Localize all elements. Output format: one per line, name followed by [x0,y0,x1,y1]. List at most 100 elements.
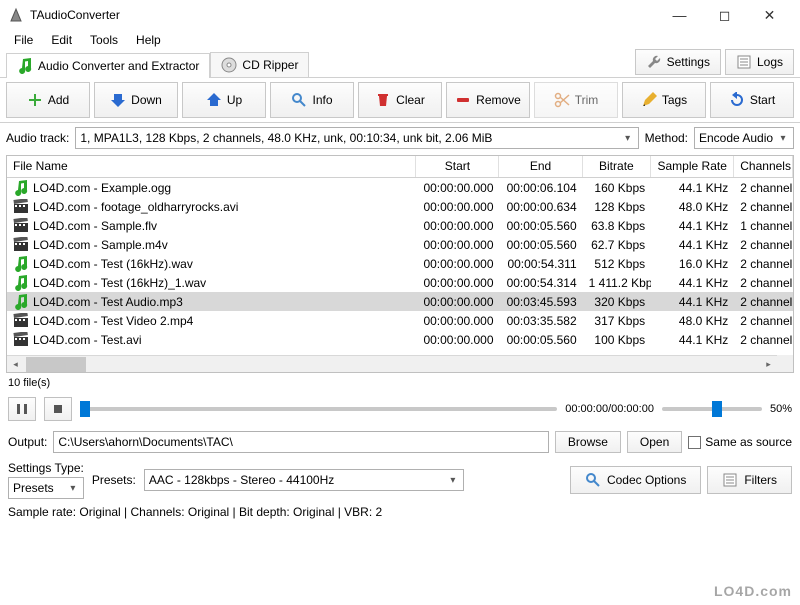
col-start[interactable]: Start [416,156,499,177]
cell-samplerate: 44.1 KHz [651,181,734,195]
col-filename[interactable]: File Name [7,156,416,177]
scroll-thumb[interactable] [26,357,86,372]
cell-channels: 2 channel [734,181,793,195]
note-icon [17,58,33,74]
chevron-down-icon: ▾ [445,472,461,488]
table-row[interactable]: LO4D.com - Sample.flv00:00:00.00000:00:0… [7,216,793,235]
menu-edit[interactable]: Edit [43,31,80,49]
minimize-button[interactable]: ― [657,1,702,29]
table-row[interactable]: LO4D.com - footage_oldharryrocks.avi00:0… [7,197,793,216]
output-path-input[interactable] [53,431,549,453]
time-display: 00:00:00/00:00:00 [565,403,654,415]
table-row[interactable]: LO4D.com - Example.ogg00:00:00.00000:00:… [7,178,793,197]
file-count: 10 file(s) [0,375,800,391]
cell-end: 00:00:54.311 [500,257,583,271]
file-name: LO4D.com - Test (16kHz)_1.wav [33,276,206,290]
cell-start: 00:00:00.000 [416,181,499,195]
file-name: LO4D.com - Test Video 2.mp4 [33,314,193,328]
titlebar: TAudioConverter ― ◻ ✕ [0,0,800,30]
cell-bitrate: 1 411.2 Kbps [583,276,652,290]
cell-bitrate: 128 Kbps [583,200,652,214]
up-arrow-icon [206,92,222,108]
tags-button[interactable]: Tags [622,82,706,118]
cell-bitrate: 62.7 Kbps [583,238,652,252]
chevron-down-icon: ▾ [775,130,791,146]
open-button[interactable]: Open [627,431,682,453]
close-button[interactable]: ✕ [747,1,792,29]
col-samplerate[interactable]: Sample Rate [651,156,734,177]
col-end[interactable]: End [499,156,582,177]
same-as-source-checkbox[interactable]: Same as source [688,435,792,449]
filters-button[interactable]: Filters [707,466,792,494]
volume-display: 50% [770,403,792,415]
wrench-icon [646,54,662,70]
audio-track-dropdown[interactable]: 1, MPA1L3, 128 Kbps, 2 channels, 48.0 KH… [75,127,638,149]
scroll-left-icon[interactable]: ◂ [7,356,24,373]
tab-audio-converter[interactable]: Audio Converter and Extractor [6,53,210,78]
table-row[interactable]: LO4D.com - Test (16kHz)_1.wav 00:00:00.00… [7,273,793,292]
slider-thumb[interactable] [712,401,722,417]
file-name: LO4D.com - Sample.flv [33,219,157,233]
cell-start: 00:00:00.000 [416,276,499,290]
tabbar: Audio Converter and Extractor CD Ripper … [0,50,800,78]
app-icon [8,7,24,23]
stop-button[interactable] [44,397,72,421]
position-slider[interactable] [80,407,557,411]
tab-label: Audio Converter and Extractor [38,59,199,73]
maximize-button[interactable]: ◻ [702,1,747,29]
tab-cd-ripper[interactable]: CD Ripper [210,52,309,77]
browse-button[interactable]: Browse [555,431,621,453]
menu-file[interactable]: File [6,31,41,49]
down-arrow-icon [110,92,126,108]
horizontal-scrollbar[interactable]: ◂ ▸ [7,355,777,372]
cell-samplerate: 44.1 KHz [651,219,734,233]
logs-button[interactable]: Logs [725,49,794,75]
cell-start: 00:00:00.000 [416,314,499,328]
scroll-right-icon[interactable]: ▸ [760,356,777,373]
down-button[interactable]: Down [94,82,178,118]
table-row[interactable]: LO4D.com - Sample.m4v00:00:00.00000:00:0… [7,235,793,254]
table-row[interactable]: LO4D.com - Test Video 2.mp400:00:00.0000… [7,311,793,330]
slider-thumb[interactable] [80,401,90,417]
menu-help[interactable]: Help [128,31,169,49]
col-bitrate[interactable]: Bitrate [583,156,652,177]
output-label: Output: [8,435,47,449]
table-row[interactable]: LO4D.com - Test Audio.mp300:00:00.00000:… [7,292,793,311]
logs-icon [722,472,738,488]
player-bar: 00:00:00/00:00:00 50% [0,391,800,427]
table-row[interactable]: LO4D.com - Test.avi00:00:00.00000:00:05.… [7,330,793,349]
settings-button[interactable]: Settings [635,49,721,75]
reload-icon [729,92,745,108]
trim-button[interactable]: Trim [534,82,618,118]
settings-type-dropdown[interactable]: Presets ▾ [8,477,84,499]
clear-button[interactable]: Clear [358,82,442,118]
output-row: Output: Browse Open Same as source [0,427,800,457]
info-button[interactable]: Info [270,82,354,118]
audio-track-row: Audio track: 1, MPA1L3, 128 Kbps, 2 chan… [0,123,800,153]
grid-header: File Name Start End Bitrate Sample Rate … [7,156,793,178]
cell-samplerate: 48.0 KHz [651,200,734,214]
cell-start: 00:00:00.000 [416,238,499,252]
menubar: File Edit Tools Help [0,30,800,50]
codec-options-button[interactable]: Codec Options [570,466,701,494]
window-title: TAudioConverter [30,8,657,22]
file-name: LO4D.com - Example.ogg [33,181,171,195]
start-button[interactable]: Start [710,82,794,118]
pause-button[interactable] [8,397,36,421]
footer-status: Sample rate: Original | Channels: Origin… [0,501,800,523]
presets-dropdown[interactable]: AAC - 128kbps - Stereo - 44100Hz ▾ [144,469,464,491]
remove-button[interactable]: Remove [446,82,530,118]
cell-samplerate: 44.1 KHz [651,295,734,309]
cell-start: 00:00:00.000 [416,257,499,271]
table-row[interactable]: LO4D.com - Test (16kHz).wav00:00:00.0000… [7,254,793,273]
add-button[interactable]: Add [6,82,90,118]
cell-bitrate: 512 Kbps [583,257,652,271]
cell-bitrate: 320 Kbps [583,295,652,309]
volume-slider[interactable] [662,407,762,411]
col-channels[interactable]: Channels [734,156,793,177]
method-dropdown[interactable]: Encode Audio ▾ [694,127,794,149]
up-button[interactable]: Up [182,82,266,118]
chevron-down-icon: ▾ [65,480,81,496]
file-name: LO4D.com - footage_oldharryrocks.avi [33,200,238,214]
menu-tools[interactable]: Tools [82,31,126,49]
